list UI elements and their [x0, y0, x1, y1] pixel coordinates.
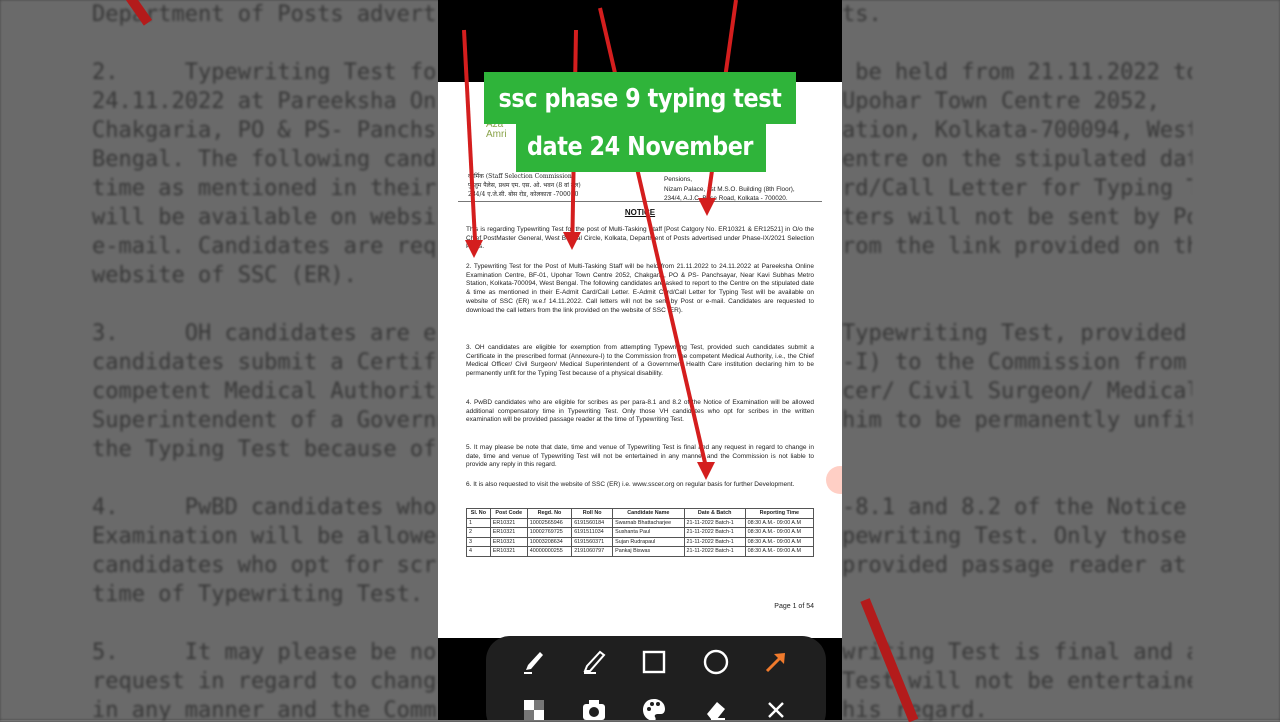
table-cell: 2191060797	[571, 546, 614, 557]
close-icon[interactable]	[760, 694, 792, 720]
paragraph-3: 3. OH candidates are eligible for exempt…	[466, 344, 814, 378]
paragraph-1: This is regarding Typewriting Test for t…	[466, 226, 814, 251]
table-row: 2 ER10321 10002769725 6191511034 Sushanta Pa…	[466, 527, 815, 538]
table-cell: 08:30 A.M.- 09:00 A.M	[744, 517, 815, 529]
video-title-line-2: date 24 November	[526, 132, 754, 162]
camera-icon[interactable]	[578, 694, 610, 720]
table-cell: 08:30 A.M.- 09:00 A.M	[744, 527, 815, 538]
table-header-cell: Regd. No	[526, 508, 573, 519]
video-title-line-1: ssc phase 9 typing test	[498, 84, 782, 114]
table-header-cell: Roll No	[571, 508, 614, 519]
paragraph-5: 5. It may please be note that date, time…	[466, 444, 814, 469]
table-cell: 3	[466, 536, 491, 548]
paragraph-2: 2. Typewriting Test for the Post of Mult…	[466, 263, 814, 314]
table-header-cell: Reporting Time	[744, 508, 815, 519]
page-number: Page 1 of 54	[774, 603, 814, 610]
header-divider	[458, 201, 822, 202]
table-cell: 6191511034	[571, 527, 614, 538]
mosaic-tool-icon[interactable]	[518, 694, 550, 720]
annotation-toolbar	[486, 636, 826, 720]
table-cell: ER10321	[489, 536, 528, 548]
table-row: 3 ER10321 10003208634 6191560371 Sujan Rudra…	[466, 536, 815, 548]
arrow-tool-icon[interactable]	[760, 646, 792, 678]
paragraph-4: 4. PwBD candidates who are eligible for …	[466, 399, 814, 424]
palette-icon[interactable]	[638, 694, 670, 720]
table-cell: 10002769725	[526, 527, 573, 538]
table-cell: 21-11-2022 Batch-1	[683, 536, 746, 548]
phone-screen: Aza Amri कार्मिक (Staff Selection Commis…	[438, 0, 842, 720]
table-header-cell: Post Code	[489, 508, 528, 519]
table-cell: 4	[466, 546, 491, 557]
table-header-cell: Candidate Name	[612, 508, 685, 519]
paragraph-6: 6. It is also requested to visit the web…	[466, 481, 795, 488]
candidate-table: Sl. No Post Code Regd. No Roll No Candidate …	[466, 508, 815, 557]
table-cell: Sujan Rudrapaul	[612, 536, 685, 548]
marker-tool-icon[interactable]	[518, 646, 550, 678]
table-cell: 21-11-2022 Batch-1	[683, 527, 746, 538]
table-cell: 10002565946	[526, 517, 573, 529]
table-cell: Pankaj Biswas	[612, 546, 685, 557]
table-header-row: Sl. No Post Code Regd. No Roll No Candidate …	[466, 508, 815, 519]
annotation-arrowhead	[563, 232, 581, 250]
header-left: कार्मिक (Staff Selection Commission) पु.ज…	[468, 172, 628, 199]
annotation-arrowhead	[465, 240, 483, 258]
table-cell: 21-11-2022 Batch-1	[683, 517, 746, 529]
table-cell: ER10321	[489, 517, 528, 529]
table-cell: 21-11-2022 Batch-1	[683, 546, 746, 557]
table-cell: 2	[466, 527, 491, 538]
circle-tool-icon[interactable]	[700, 646, 732, 678]
annotation-arrowhead	[698, 198, 716, 216]
table-cell: 1	[466, 517, 491, 529]
table-header-cell: Sl. No	[466, 508, 491, 519]
table-cell: ER10321	[489, 546, 528, 557]
header-right-line: 234/4, A.J.C. Bose Road, Kolkata - 70002…	[664, 195, 788, 202]
table-cell: 10003208634	[526, 536, 573, 548]
header-right-line: Pensions,	[664, 176, 693, 183]
table-header-cell: Date & Batch	[683, 508, 746, 519]
table-cell: 40000000255	[526, 546, 573, 557]
table-cell: 6191560371	[571, 536, 614, 548]
table-cell: 6191560184	[571, 517, 614, 529]
table-cell: Swarnab Bhattacharjee	[612, 517, 685, 529]
annotation-arrowhead	[697, 462, 715, 480]
header-right-line: Nizam Palace, 1st M.S.O. Building (8th F…	[664, 185, 795, 193]
table-cell: ER10321	[489, 527, 528, 538]
table-body: 1 ER10321 10002565946 6191560184 Swarnab Bha…	[466, 517, 815, 557]
table-cell: 08:30 A.M.- 09:00 A.M	[744, 546, 815, 557]
eraser-icon[interactable]	[700, 694, 732, 720]
rectangle-tool-icon[interactable]	[638, 646, 670, 678]
table-row: 1 ER10321 10002565946 6191560184 Swarnab Bha…	[466, 517, 815, 529]
notice-heading: NOTICE	[624, 208, 656, 217]
table-cell: 08:30 A.M.- 09:00 A.M	[744, 536, 815, 548]
header-left-line: कार्मिक (Staff Selection Commission)	[468, 173, 575, 180]
table-cell: Sushanta Paul	[612, 527, 685, 538]
highlighter-tool-icon[interactable]	[578, 646, 610, 678]
header-left-line: पु.जुम पैलेस, प्रथम एम. एस. ओ. भवन (8 वा…	[468, 182, 581, 189]
table-row: 4 ER10321 40000000255 2191060797 Pankaj Bisw…	[466, 546, 815, 557]
header-left-line: 234/4 ए.जे.सी. बोस रोड, कोलकाता -700020	[468, 191, 579, 198]
